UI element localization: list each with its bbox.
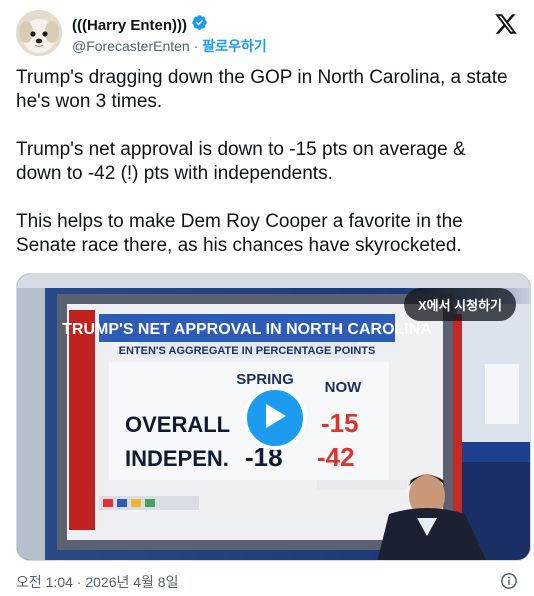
tweet-header: (((Harry Enten))) @ForecasterEnten · 팔로우… [16,8,518,58]
verified-badge-icon [191,14,208,36]
avatar[interactable] [16,10,62,56]
tweet-timestamp[interactable]: 오전 1:04 · 2026년 4월 8일 [16,574,178,590]
tweet-card: (((Harry Enten))) @ForecasterEnten · 팔로우… [0,0,534,596]
screen-headline: TRUMP'S NET APPROVAL IN NORTH CAROLINA [62,321,432,338]
author-name-row[interactable]: (((Harry Enten))) [72,14,208,36]
handle-row: @ForecasterEnten · 팔로우하기 [72,36,267,56]
tweet-paragraph: Trump's net approval is down to -15 pts … [16,139,466,184]
x-logo-icon[interactable] [494,12,518,36]
screen-row1-now: -15 [321,408,359,438]
play-icon [262,402,288,435]
screen-col-spring: SPRING [236,371,294,388]
screen-subhead: ENTEN'S AGGREGATE IN PERCENTAGE POINTS [119,345,376,357]
follow-button[interactable]: 팔로우하기 [202,36,266,56]
author-name[interactable]: (((Harry Enten))) [72,17,187,34]
screen-col-now: NOW [325,379,363,396]
screen-row1-label: OVERALL [125,412,230,437]
play-button[interactable] [243,386,307,450]
screen-row2-now: -42 [317,442,355,472]
screen-row2-label: INDEPEN. [125,446,229,471]
info-icon[interactable] [500,572,518,590]
timestamp-row: 오전 1:04 · 2026년 4월 8일 [16,572,518,590]
author-handle[interactable]: @ForecasterEnten [72,38,190,54]
tweet-paragraph: Trump's dragging down the GOP in North C… [16,67,508,112]
tweet-paragraph: This helps to make Dem Roy Cooper a favo… [16,211,463,256]
tweet-text: Trump's dragging down the GOP in North C… [16,66,516,282]
watch-on-x-button[interactable]: X에서 시청하기 [403,288,516,321]
video-player[interactable]: TRUMP'S NET APPROVAL IN NORTH CAROLINA E… [16,273,531,561]
handle-separator: · [193,38,199,54]
